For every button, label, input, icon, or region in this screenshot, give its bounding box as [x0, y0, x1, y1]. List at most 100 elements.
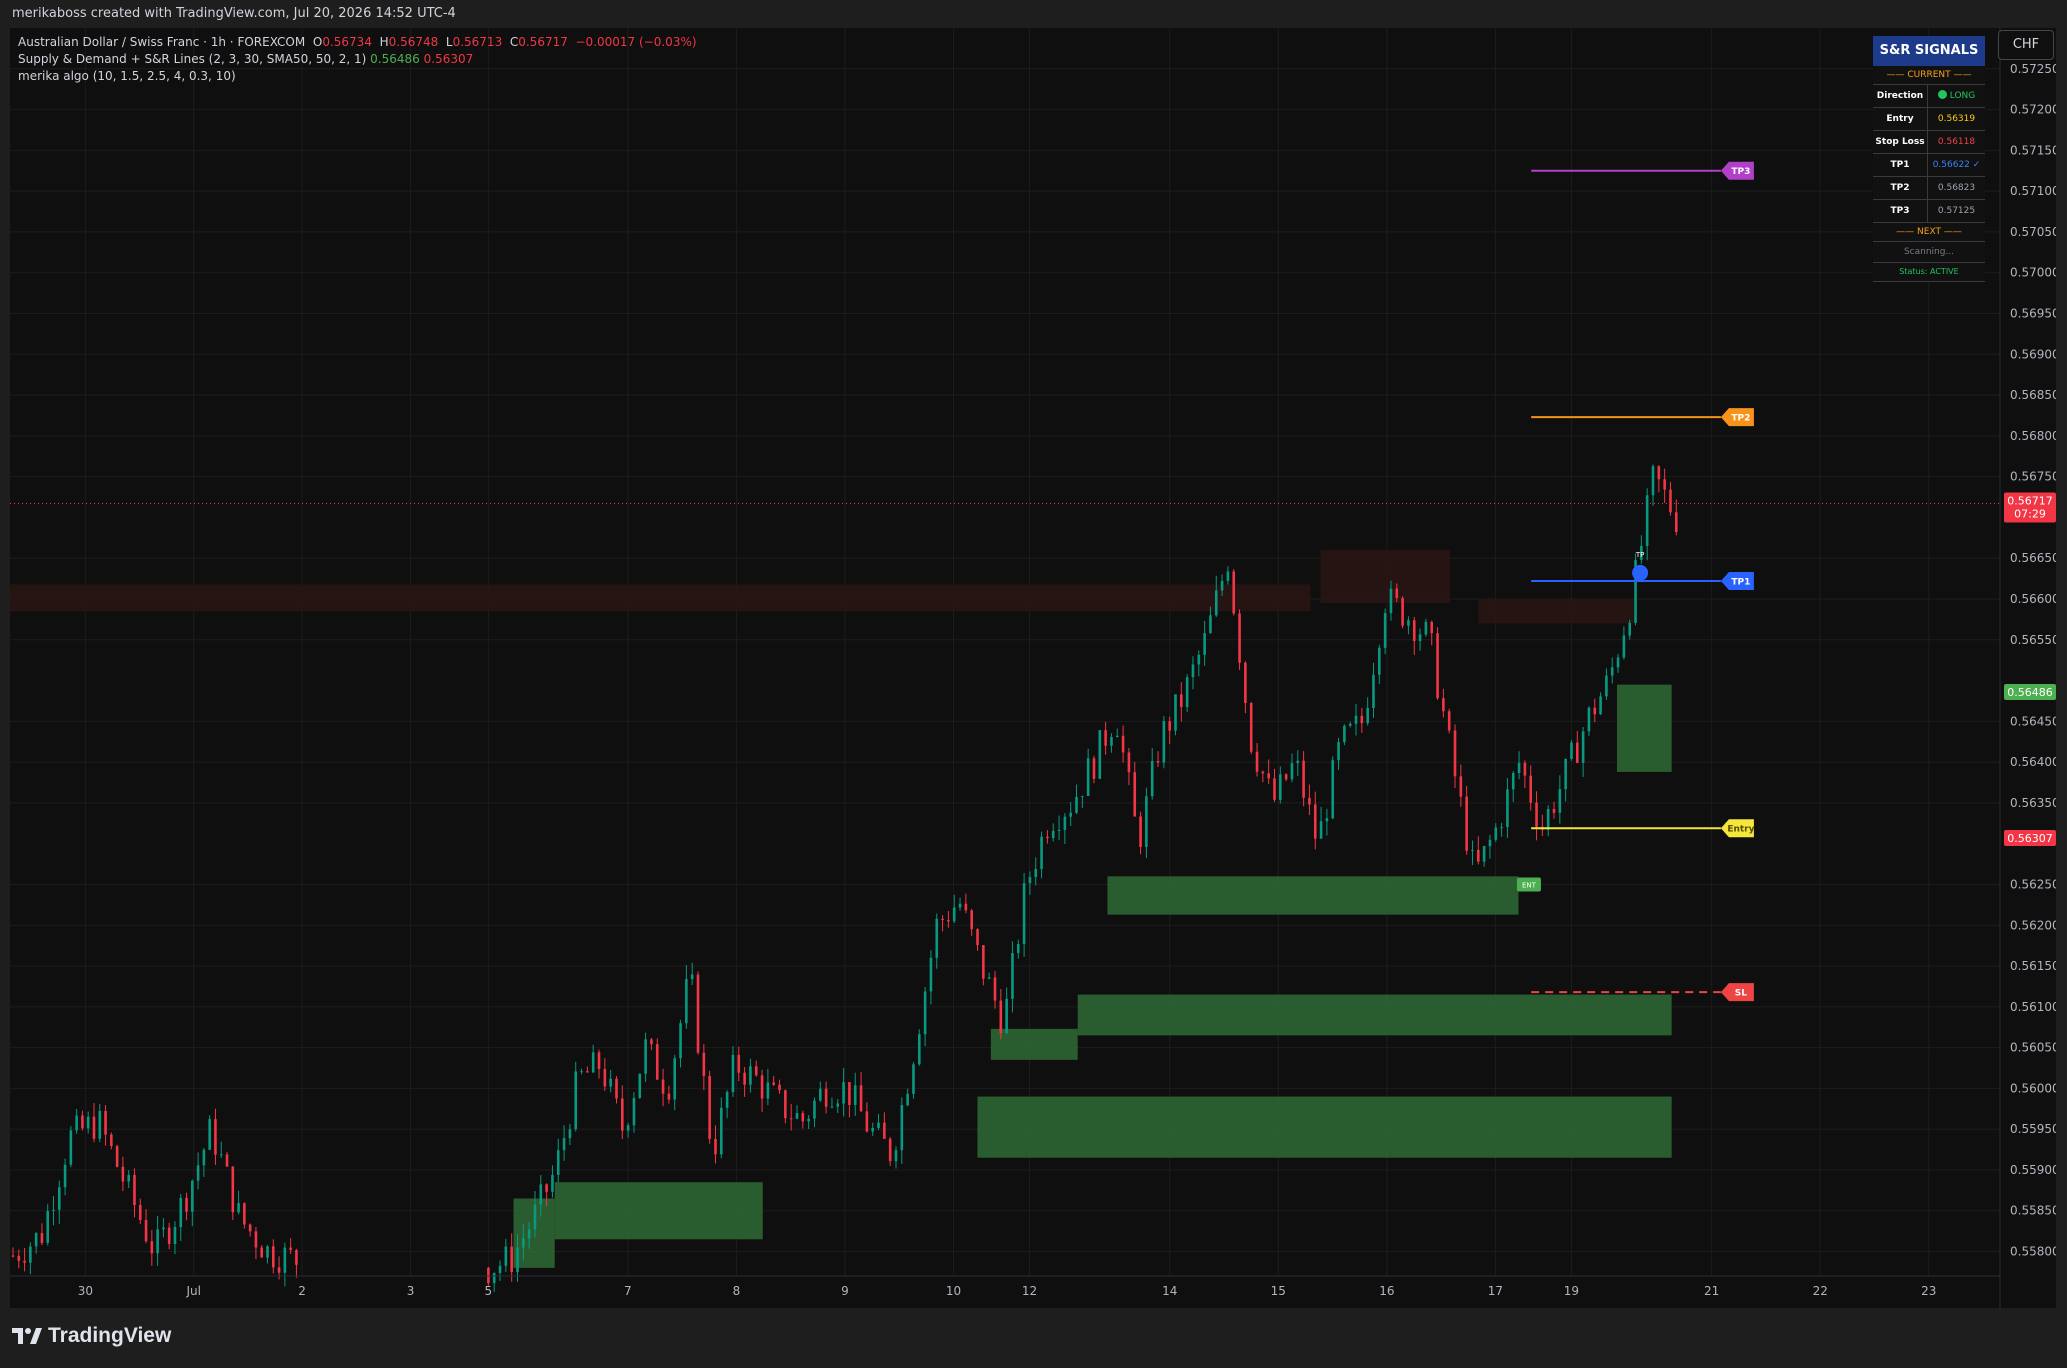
candle-body — [737, 1054, 741, 1073]
level-tag-label: Entry — [1727, 825, 1754, 835]
price-tick-label: 0.55850 — [2010, 1204, 2056, 1218]
legend-open: 0.56734 — [322, 35, 372, 49]
candle-body — [1261, 771, 1265, 774]
candle-body — [1238, 613, 1241, 663]
demand-zone — [990, 1028, 1078, 1060]
candle-body — [1028, 877, 1032, 884]
candle-body — [1599, 696, 1602, 715]
candle-body — [1185, 677, 1189, 708]
candle-body — [725, 1092, 729, 1108]
price-tick-label: 0.57100 — [2010, 184, 2056, 198]
signals-panel: S&R SIGNALS —— CURRENT —— Direction LONG E… — [1873, 36, 1985, 282]
candle-body — [982, 945, 985, 979]
candle-body — [1657, 466, 1661, 480]
candle-body — [1442, 698, 1445, 712]
legend-indicator-2[interactable]: merika algo (10, 1.5, 2.5, 4, 0.3, 10) — [18, 68, 697, 85]
legend-indicator-1[interactable]: Supply & Demand + S&R Lines (2, 3, 30, S… — [18, 51, 697, 68]
indicator-price-label: 0.56307 — [2007, 832, 2053, 845]
candle-body — [871, 1127, 875, 1132]
chart-legend: Australian Dollar / Swiss Franc · 1h · F… — [18, 34, 697, 85]
chart-frame[interactable]: TP3 TP2 TP1 Entry SL TP ENT 0.57250 0.57200 0.571… — [10, 28, 2056, 1308]
candle-body — [1593, 707, 1597, 715]
candle-body — [1075, 796, 1078, 813]
candle-body — [749, 1066, 752, 1085]
signals-row-value: 0.56622 ✓ — [1932, 160, 1981, 170]
candle-body — [784, 1090, 787, 1119]
candle-body — [115, 1146, 119, 1167]
candle-body — [1622, 635, 1626, 658]
tradingview-logo[interactable]: TradingView — [12, 1324, 171, 1348]
candle-body — [1529, 775, 1533, 803]
candle-body — [1383, 613, 1387, 648]
candle-body — [789, 1118, 793, 1120]
candle-body — [836, 1103, 840, 1107]
candle-body — [848, 1082, 851, 1106]
supply-zone — [1478, 598, 1635, 624]
candle-body — [1558, 789, 1562, 813]
candle-body — [69, 1130, 73, 1165]
candle-body — [173, 1227, 177, 1245]
candle-body — [894, 1150, 898, 1162]
legend-low-label: L — [445, 35, 453, 49]
candle-body — [11, 1255, 15, 1257]
candle-body — [52, 1209, 55, 1212]
candle-body — [1232, 571, 1236, 614]
candle-body — [98, 1110, 102, 1139]
candle-body — [556, 1150, 560, 1175]
candle-body — [527, 1229, 531, 1239]
candle-body — [23, 1260, 26, 1263]
candle-body — [1092, 758, 1096, 779]
signals-row-tp1: TP1 0.56622 ✓ — [1873, 154, 1985, 177]
candle-body — [702, 1052, 706, 1076]
candle-body — [1412, 620, 1416, 642]
signals-row-value: 0.56319 — [1937, 114, 1976, 124]
candle-body — [1133, 772, 1137, 817]
signals-next-header: —— NEXT —— — [1873, 223, 1985, 242]
candle-body — [1308, 797, 1311, 805]
candle-body — [1575, 742, 1579, 763]
indicator-1-value-1: 0.56486 — [370, 52, 420, 66]
price-tick-label: 0.56850 — [2010, 388, 2056, 402]
candle-body — [283, 1247, 287, 1273]
candle-body — [1605, 675, 1608, 697]
currency-button[interactable]: CHF — [1998, 30, 2054, 60]
price-tick-label: 0.56100 — [2010, 1000, 2056, 1014]
candle-body — [1447, 711, 1451, 731]
candle-body — [248, 1224, 252, 1232]
price-chart[interactable]: TP3TP2TP1EntrySLTPENT0.572500.572000.571… — [10, 28, 2056, 1308]
indicator-1-name[interactable]: Supply & Demand + S&R Lines (2, 3, 30, S… — [18, 52, 366, 66]
candle-body — [1156, 761, 1160, 763]
candle-body — [667, 1093, 671, 1100]
candle-body — [673, 1058, 677, 1100]
candle-body — [1209, 615, 1212, 634]
candle-body — [574, 1071, 578, 1130]
candle-body — [1139, 816, 1142, 847]
legend-symbol[interactable]: Australian Dollar / Swiss Franc · 1h · F… — [18, 35, 305, 49]
time-tick-label: 16 — [1379, 1284, 1394, 1298]
candle-body — [1430, 621, 1434, 634]
candle-body — [1494, 827, 1498, 840]
candle-body — [1284, 774, 1288, 780]
bar-countdown-label: 07:29 — [2014, 508, 2046, 521]
candle-body — [1407, 620, 1410, 626]
indicator-2-name[interactable]: merika algo (10, 1.5, 2.5, 4, 0.3, 10) — [18, 69, 236, 83]
candle-body — [1290, 763, 1294, 780]
candle-body — [609, 1078, 612, 1087]
entry-signal-label: ENT — [1522, 881, 1537, 889]
candle-body — [1401, 597, 1404, 626]
candle-body — [900, 1105, 904, 1151]
demand-zone — [1107, 876, 1519, 915]
candle-body — [923, 991, 927, 1035]
signals-row-value: LONG — [1928, 85, 1985, 107]
candle-body — [167, 1227, 171, 1245]
candle-body — [1034, 869, 1038, 878]
price-tick-label: 0.55800 — [2010, 1245, 2056, 1259]
candle-body — [295, 1250, 298, 1265]
signals-row-key: Direction — [1873, 85, 1928, 107]
candle-body — [92, 1116, 96, 1139]
candle-body — [289, 1247, 292, 1251]
candle-body — [104, 1110, 107, 1135]
candle-body — [1500, 827, 1503, 829]
candle-body — [144, 1220, 148, 1242]
candle-body — [1162, 721, 1166, 763]
